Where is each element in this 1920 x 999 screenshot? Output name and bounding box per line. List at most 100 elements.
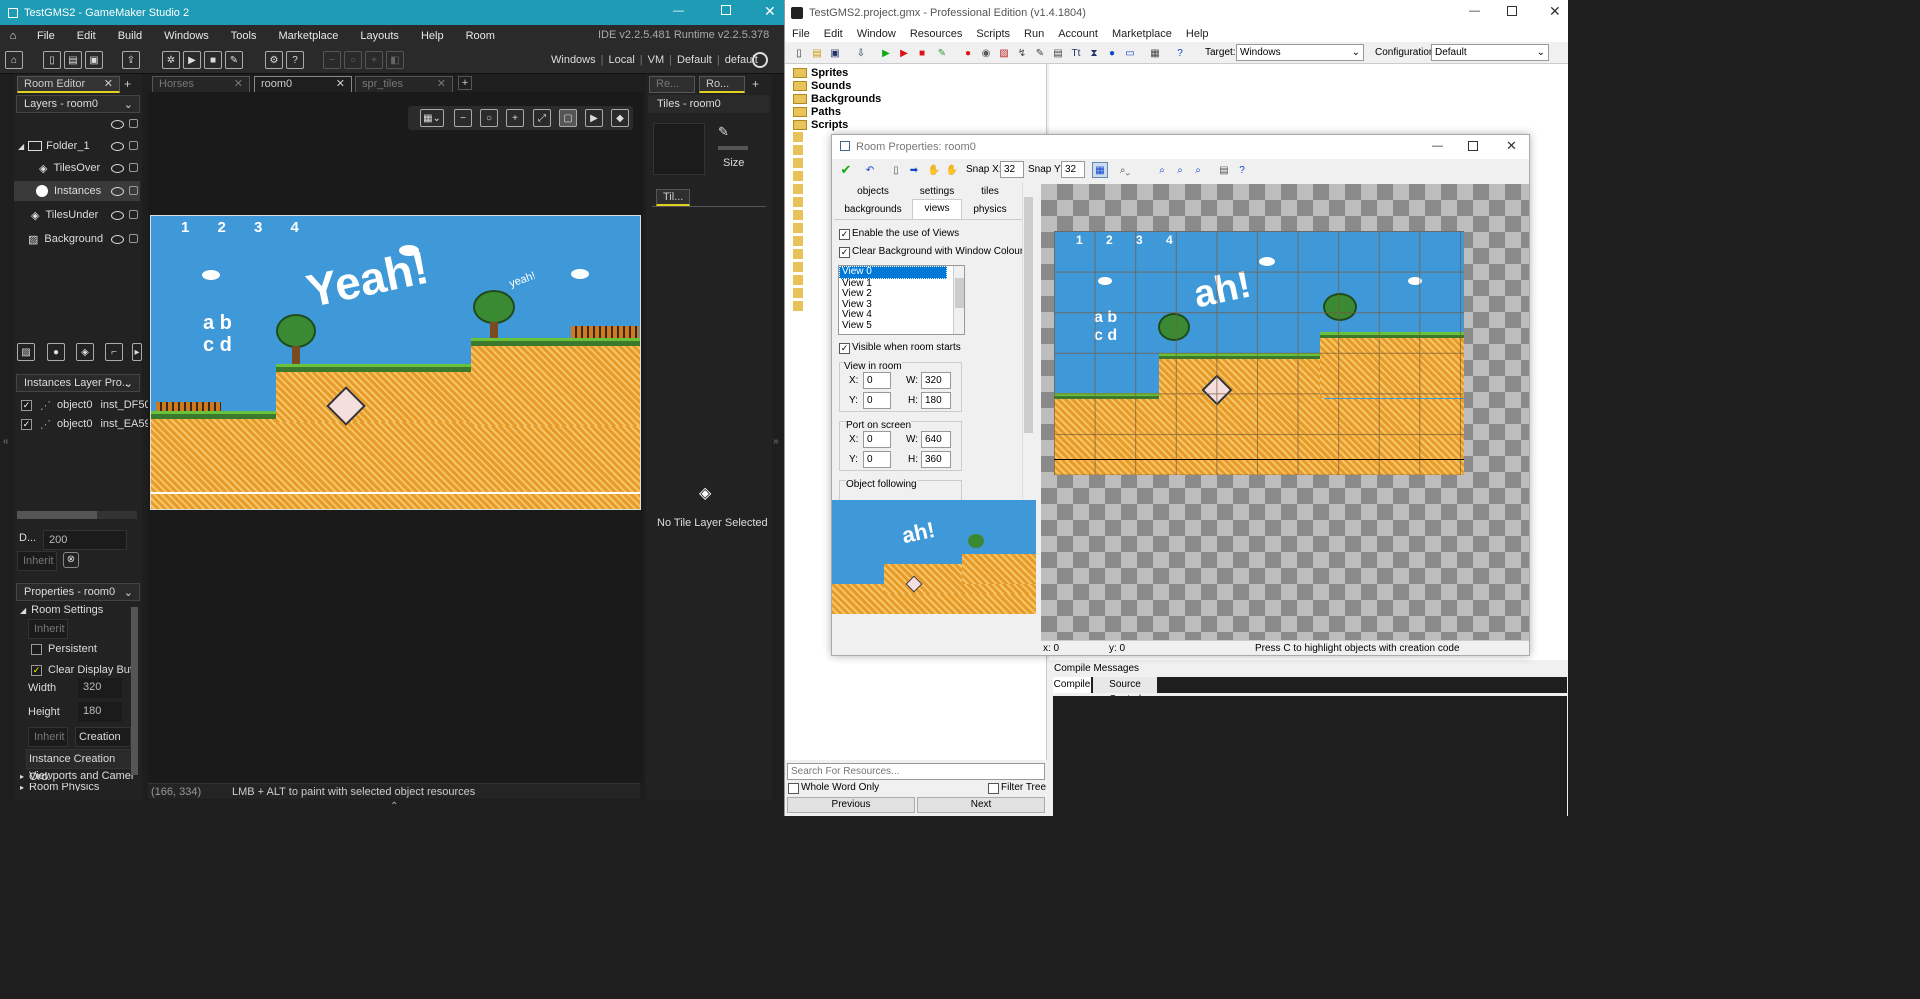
- font-icon[interactable]: Tt: [1068, 45, 1084, 61]
- layers-header[interactable]: Layers - room0 ⌄: [16, 95, 140, 113]
- collapse-right-icon[interactable]: »: [773, 436, 779, 447]
- run-icon[interactable]: ▶: [183, 51, 201, 69]
- tab-spr-tiles[interactable]: spr_tiles ✕: [355, 76, 453, 93]
- depth-inherit-button[interactable]: Inherit: [17, 551, 57, 571]
- target-settings-icon[interactable]: [752, 52, 768, 68]
- tab-backgrounds[interactable]: backgrounds: [834, 201, 912, 219]
- room-inherit-button[interactable]: Inherit: [28, 619, 68, 639]
- instance-row[interactable]: ✓ ⋰ object0 inst_EA59: [21, 416, 151, 432]
- lock-icon[interactable]: [129, 186, 138, 195]
- menu-marketplace[interactable]: Marketplace: [267, 30, 349, 42]
- tree-scripts[interactable]: Scripts: [793, 119, 848, 131]
- list-scrollbar[interactable]: [953, 266, 964, 334]
- menu-tools[interactable]: Tools: [220, 30, 268, 42]
- zoom-in-icon[interactable]: ⌕: [1190, 162, 1206, 178]
- save-project-icon[interactable]: ▣: [85, 51, 103, 69]
- close-icon[interactable]: ✕: [764, 3, 776, 20]
- add-instance-layer-icon[interactable]: ●: [47, 343, 65, 361]
- minimize-icon[interactable]: —: [1432, 140, 1443, 152]
- tree-backgrounds[interactable]: Backgrounds: [793, 93, 881, 105]
- layer-tilesover[interactable]: ◈ TilesOver: [14, 158, 140, 178]
- eye-icon[interactable]: [111, 164, 124, 173]
- horizontal-scrollbar[interactable]: [17, 511, 137, 519]
- help-icon[interactable]: ?: [1172, 45, 1188, 61]
- room-settings-icon[interactable]: ▤: [1216, 162, 1232, 178]
- sort-x-icon[interactable]: ✋: [926, 162, 942, 178]
- clear-bg-checkbox[interactable]: ✓: [839, 247, 850, 258]
- tab-room-collapsed[interactable]: Ro...✕: [699, 76, 745, 105]
- zoom-out-icon[interactable]: −: [454, 109, 472, 127]
- view-w-field[interactable]: 320: [921, 372, 951, 389]
- debug-icon[interactable]: ▶: [896, 45, 912, 61]
- minimize-icon[interactable]: —: [1469, 5, 1480, 17]
- close-icon[interactable]: ✕: [1506, 138, 1517, 154]
- tab-objects[interactable]: objects: [834, 183, 912, 200]
- snap-y-field[interactable]: 32: [1061, 161, 1085, 178]
- target-bar[interactable]: Windows | Local | VM | Default | default: [551, 54, 758, 66]
- add-tab-icon[interactable]: +: [458, 76, 472, 90]
- view-options-icon[interactable]: ⌕⌄: [1112, 162, 1138, 178]
- background-icon[interactable]: ▨: [996, 45, 1012, 61]
- undo-icon[interactable]: ↶: [862, 162, 878, 178]
- tile-preview[interactable]: [653, 123, 705, 175]
- maximize-icon[interactable]: [721, 5, 731, 15]
- close-icon[interactable]: ✕: [1549, 3, 1561, 20]
- tab-room0[interactable]: room0 ✕: [254, 76, 352, 93]
- new-project-icon[interactable]: ▯: [43, 51, 61, 69]
- stop-icon[interactable]: ■: [914, 45, 930, 61]
- instances-layer-header[interactable]: Instances Layer Pro... ⌄: [16, 374, 140, 392]
- eye-icon[interactable]: [111, 187, 124, 196]
- zoom-in-icon[interactable]: +: [506, 109, 524, 127]
- lock-icon[interactable]: [129, 141, 138, 150]
- list-item[interactable]: View 2: [839, 288, 964, 300]
- add-tile-layer-icon[interactable]: ◈: [76, 343, 94, 361]
- width-field[interactable]: 320: [78, 678, 122, 698]
- maximize-icon[interactable]: [1507, 6, 1517, 16]
- panel-scrollbar[interactable]: [1022, 183, 1034, 499]
- frame-icon[interactable]: ▢: [559, 109, 577, 127]
- home-icon[interactable]: ⌂: [0, 30, 26, 42]
- menu-build[interactable]: Build: [107, 30, 153, 42]
- sprite-icon[interactable]: ●: [960, 45, 976, 61]
- snap-x-field[interactable]: 32: [1000, 161, 1024, 178]
- zoom-reset-icon[interactable]: ○: [344, 51, 362, 69]
- menu-window[interactable]: Window: [850, 28, 903, 40]
- port-y-field[interactable]: 0: [863, 451, 891, 468]
- list-item[interactable]: View 4: [839, 309, 964, 321]
- menu-resources[interactable]: Resources: [903, 28, 970, 40]
- help-icon[interactable]: ?: [286, 51, 304, 69]
- tree-paths[interactable]: Paths: [793, 106, 841, 118]
- list-item[interactable]: View 5: [839, 320, 964, 332]
- room-minimap[interactable]: ah!: [832, 500, 1036, 614]
- instance-order-button[interactable]: Instance Creation Ord.: [26, 749, 136, 783]
- shift-icon[interactable]: ➡: [906, 162, 922, 178]
- height-field[interactable]: 180: [78, 702, 122, 722]
- settings-icon[interactable]: ▦: [1147, 45, 1163, 61]
- view-h-field[interactable]: 180: [921, 392, 951, 409]
- room-settings-toggle[interactable]: ◢ Room Settings: [20, 604, 103, 616]
- menu-account[interactable]: Account: [1051, 28, 1105, 40]
- stop-icon[interactable]: ■: [204, 51, 222, 69]
- maximize-icon[interactable]: [1468, 141, 1478, 151]
- menu-help[interactable]: Help: [1179, 28, 1216, 40]
- collapse-left-icon[interactable]: «: [3, 436, 9, 447]
- target-platform[interactable]: Windows: [551, 54, 596, 66]
- layer-folder-1[interactable]: ◢ Folder_1: [14, 136, 140, 156]
- port-h-field[interactable]: 360: [921, 451, 951, 468]
- open-project-icon[interactable]: ▤: [64, 51, 82, 69]
- add-background-layer-icon[interactable]: ▨: [17, 343, 35, 361]
- views-list[interactable]: View 0 View 1 View 2 View 3 View 4 View …: [838, 265, 965, 335]
- persistent-checkbox[interactable]: [31, 644, 42, 655]
- save-icon[interactable]: ▣: [827, 45, 843, 61]
- clear-icon[interactable]: ▯: [888, 162, 904, 178]
- shader-icon[interactable]: ▤: [1050, 45, 1066, 61]
- object-icon[interactable]: ●: [1104, 45, 1120, 61]
- lock-icon[interactable]: [129, 119, 138, 128]
- depth-field[interactable]: 200: [43, 530, 127, 550]
- depth-reset-icon[interactable]: ⊗: [63, 552, 79, 568]
- debug-icon[interactable]: ✲: [162, 51, 180, 69]
- visible-start-checkbox[interactable]: ✓: [839, 343, 850, 354]
- play-icon[interactable]: ▶: [585, 109, 603, 127]
- zoom-out-icon[interactable]: −: [323, 51, 341, 69]
- physics-toggle[interactable]: ▸ Room Physics: [20, 783, 99, 791]
